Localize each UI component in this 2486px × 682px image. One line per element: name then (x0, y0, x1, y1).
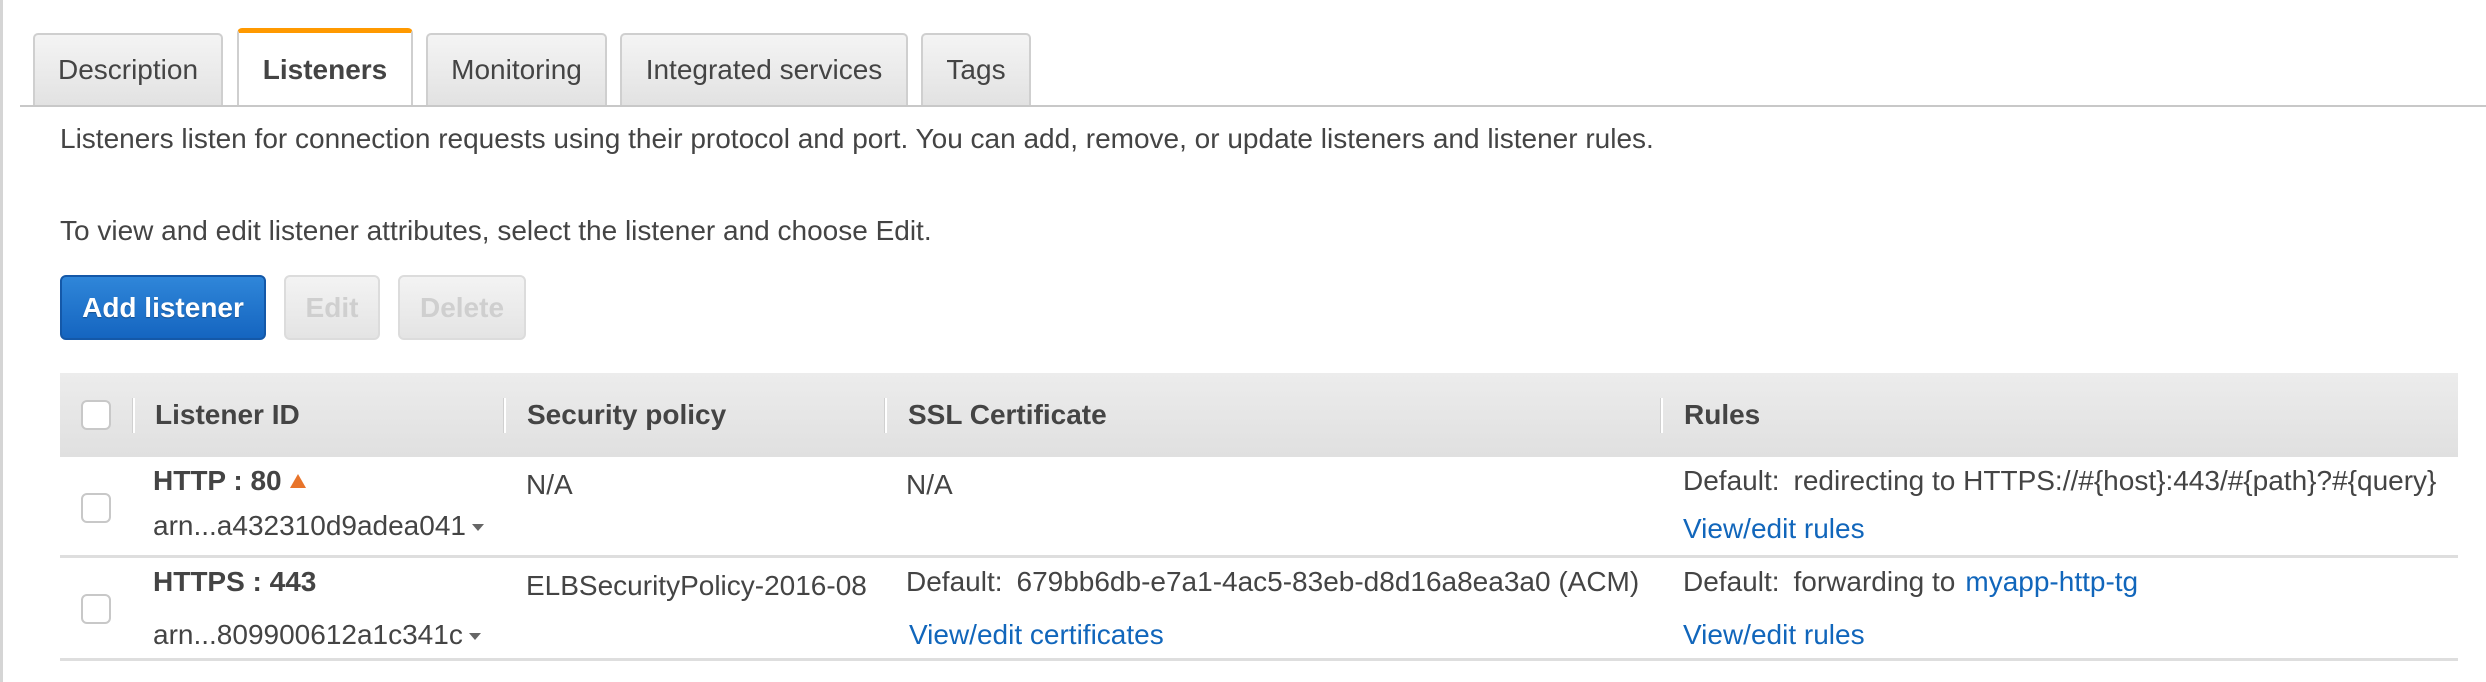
caret-down-icon[interactable] (468, 633, 481, 641)
listener-arn[interactable]: arn...809900612a1c341c (153, 619, 481, 651)
warning-icon (289, 473, 306, 488)
arn-text: arn...a432310d9adea041 (153, 510, 466, 541)
column-header-security-policy[interactable]: Security policy (527, 373, 726, 457)
security-policy-value: N/A (526, 469, 573, 500)
rules-action: forwarding to (1793, 566, 1956, 597)
tab-tags[interactable]: Tags (921, 33, 1031, 105)
ssl-prefix: Default: (906, 566, 1003, 597)
edit-button: Edit (284, 275, 380, 340)
column-header-rules[interactable]: Rules (1684, 373, 1760, 457)
rules-prefix: Default: (1683, 465, 1780, 496)
tab-description[interactable]: Description (33, 33, 223, 105)
rules-default: Default: redirecting to HTTPS://#{host}:4… (1683, 465, 2436, 497)
view-edit-rules-link[interactable]: View/edit rules (1683, 513, 1865, 545)
rules-action: redirecting to HTTPS://#{host}:443/#{pat… (1793, 465, 2437, 496)
caret-down-icon[interactable] (471, 524, 484, 532)
rules-default: Default: forwarding to myapp-http-tg (1683, 566, 2138, 598)
listener-arn[interactable]: arn...a432310d9adea041 (153, 510, 484, 542)
listener-label: HTTP : 80 (153, 465, 282, 496)
table-header: Listener ID Security policy SSL Certific… (60, 373, 2458, 457)
column-divider (503, 398, 506, 433)
row-checkbox[interactable] (81, 594, 111, 624)
ssl-certificate-default: Default: 679bb6db-e7a1-4ac5-83eb-d8d16a8e… (906, 566, 1639, 598)
select-all-checkbox[interactable] (81, 400, 111, 430)
listener-protocol-port: HTTPS : 443 (153, 566, 317, 597)
column-header-ssl-certificate[interactable]: SSL Certificate (908, 373, 1107, 457)
view-edit-rules-link[interactable]: View/edit rules (1683, 619, 1865, 651)
security-policy-value: ELBSecurityPolicy-2016-08 (526, 570, 867, 601)
ssl-certificate-value: N/A (906, 469, 953, 500)
tab-monitoring[interactable]: Monitoring (426, 33, 607, 105)
table-row[interactable]: HTTP : 80 arn...a432310d9adea041 N/A N/A… (60, 457, 2458, 558)
row-checkbox[interactable] (81, 493, 111, 523)
tab-divider (20, 105, 2486, 107)
listener-protocol-port: HTTP : 80 (153, 465, 306, 497)
column-divider (132, 398, 135, 433)
add-listener-button[interactable]: Add listener (60, 275, 266, 340)
arn-text: arn...809900612a1c341c (153, 619, 463, 650)
ssl-certificate-value: 679bb6db-e7a1-4ac5-83eb-d8d16a8ea3a0 (AC… (1016, 566, 1640, 597)
column-header-listener-id[interactable]: Listener ID (155, 373, 300, 457)
tab-integrated-services[interactable]: Integrated services (620, 33, 908, 105)
delete-button: Delete (398, 275, 526, 340)
view-edit-certificates-link[interactable]: View/edit certificates (909, 619, 1164, 651)
intro-text: Listeners listen for connection requests… (60, 123, 1654, 154)
edit-hint-text: To view and edit listener attributes, se… (60, 215, 932, 246)
rules-prefix: Default: (1683, 566, 1780, 597)
tab-listeners[interactable]: Listeners (237, 28, 413, 107)
left-border (0, 0, 3, 682)
table-row[interactable]: HTTPS : 443 arn...809900612a1c341c ELBSe… (60, 557, 2458, 661)
target-group-link[interactable]: myapp-http-tg (1965, 566, 2138, 597)
column-divider (884, 398, 887, 433)
column-divider (1660, 398, 1663, 433)
